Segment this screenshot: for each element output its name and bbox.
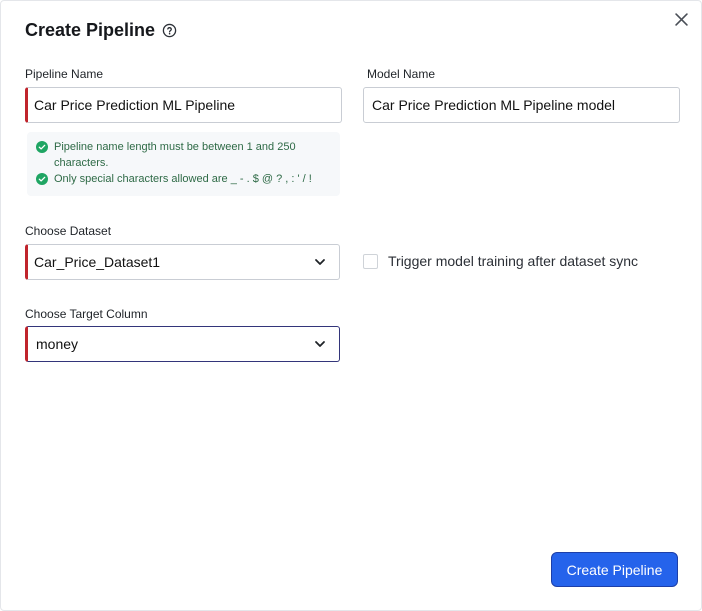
pipeline-name-label: Pipeline Name xyxy=(25,67,104,81)
chevron-down-icon xyxy=(313,337,327,351)
dataset-label: Choose Dataset xyxy=(25,224,112,238)
trigger-training-checkbox[interactable] xyxy=(363,253,378,269)
pipeline-name-input[interactable]: Car Price Prediction ML Pipeline xyxy=(25,87,342,123)
model-name-value: Car Price Prediction ML Pipeline model xyxy=(372,97,616,113)
trigger-training-label: Trigger model training after dataset syn… xyxy=(388,253,639,269)
validation-item: Pipeline name length must be between 1 a… xyxy=(36,139,340,171)
target-column-selected-value: money xyxy=(36,336,79,352)
create-pipeline-button[interactable]: Create Pipeline xyxy=(551,552,678,587)
dataset-select[interactable]: Car_Price_Dataset1 xyxy=(25,244,340,280)
help-circle-icon[interactable] xyxy=(162,23,177,38)
pipeline-name-value: Car Price Prediction ML Pipeline xyxy=(34,97,236,113)
create-pipeline-dialog: Create Pipeline Pipeline Name Car Price … xyxy=(0,0,702,611)
check-circle-icon xyxy=(36,173,48,185)
close-icon xyxy=(674,12,688,26)
chevron-down-icon xyxy=(313,255,327,269)
validation-item: Only special characters allowed are _ - … xyxy=(36,171,340,187)
trigger-training-toggle[interactable]: Trigger model training after dataset syn… xyxy=(363,253,638,269)
dialog-title-text: Create Pipeline xyxy=(25,20,156,40)
close-button[interactable] xyxy=(672,10,690,28)
check-circle-icon xyxy=(36,141,48,153)
dialog-title: Create Pipeline xyxy=(25,20,177,41)
model-name-input[interactable]: Car Price Prediction ML Pipeline model xyxy=(363,87,680,123)
model-name-label: Model Name xyxy=(367,67,436,81)
validation-messages: Pipeline name length must be between 1 a… xyxy=(27,132,340,196)
target-column-select[interactable]: money xyxy=(25,326,340,362)
target-column-label: Choose Target Column xyxy=(25,307,148,321)
validation-text: Pipeline name length must be between 1 a… xyxy=(54,141,296,169)
validation-text: Only special characters allowed are _ - … xyxy=(54,173,312,185)
dataset-selected-value: Car_Price_Dataset1 xyxy=(34,254,161,270)
